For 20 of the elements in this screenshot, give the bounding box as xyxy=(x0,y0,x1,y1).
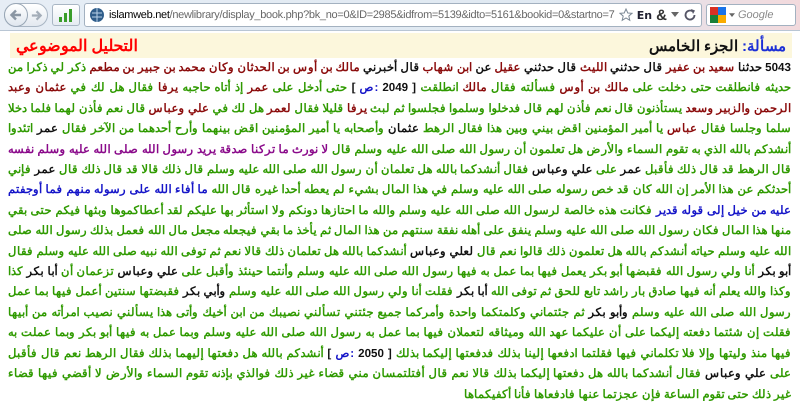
language-badge[interactable]: En xyxy=(636,8,652,22)
caret-icon[interactable] xyxy=(671,12,679,18)
reload-icon[interactable] xyxy=(683,8,697,22)
forward-arrow-icon xyxy=(30,8,43,22)
search-engine-icon xyxy=(710,7,726,23)
forward-button[interactable] xyxy=(30,8,43,22)
signal-bars-button[interactable] xyxy=(52,4,80,26)
back-button[interactable] xyxy=(4,3,28,27)
globe-icon xyxy=(89,7,105,23)
volume-title: الجزء الخامس xyxy=(648,36,738,54)
topic-analysis-link[interactable]: التحليل الموضوعي xyxy=(16,36,138,56)
url-text: islamweb.net/newlibrary/display_book.php?bk_no=0&ID=2985&idfrom=5139&idto=5161&bookid=0&startno=7 xyxy=(109,9,615,21)
star-icon[interactable] xyxy=(618,8,633,22)
caret-icon[interactable] xyxy=(729,12,735,18)
back-arrow-icon xyxy=(9,8,23,22)
search-box[interactable]: Google xyxy=(706,4,796,26)
signal-bars-icon xyxy=(58,8,74,22)
section-label: مسألة: xyxy=(742,36,786,54)
addon-symbol[interactable]: & xyxy=(656,6,667,24)
address-bar[interactable]: islamweb.net/newlibrary/display_book.php?bk_no=0&ID=2985&idfrom=5139&idto=5161&bookid=0&startno=7 En & xyxy=(84,3,702,27)
